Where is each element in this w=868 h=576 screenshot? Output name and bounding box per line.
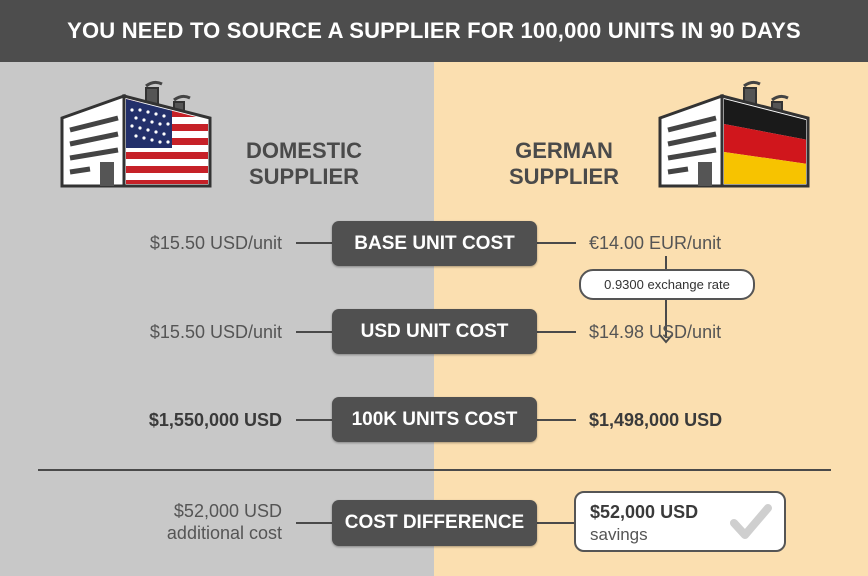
usd-unit-cost-label: USD UNIT COST — [332, 309, 537, 354]
divider — [38, 469, 831, 471]
german-flag-factory-icon — [658, 80, 810, 188]
german-title-line1: GERMAN — [515, 138, 613, 163]
german-title: GERMAN SUPPLIER — [488, 138, 640, 190]
infographic: YOU NEED TO SOURCE A SUPPLIER FOR 100,00… — [0, 0, 868, 576]
us-flag-factory-icon — [60, 80, 212, 188]
units-cost-label: 100K UNITS COST — [332, 397, 537, 442]
german-units-cost: $1,498,000 USD — [589, 410, 723, 430]
domestic-usd-unit-cost: $15.50 USD/unit — [149, 322, 282, 342]
german-title-line2: SUPPLIER — [508, 164, 620, 189]
page-title: YOU NEED TO SOURCE A SUPPLIER FOR 100,00… — [0, 0, 868, 62]
domestic-difference: $52,000 USD additional cost — [100, 500, 282, 544]
domestic-difference-label: additional cost — [166, 523, 282, 543]
domestic-title-line2: SUPPLIER — [248, 164, 360, 189]
checkmark-icon — [730, 504, 772, 539]
german-difference-label: savings — [590, 525, 648, 544]
base-unit-cost-label: BASE UNIT COST — [332, 221, 537, 266]
german-base-unit-cost: €14.00 EUR/unit — [589, 233, 722, 253]
domestic-units-cost: $1,550,000 USD — [148, 410, 282, 430]
german-difference-amount: $52,000 USD — [590, 502, 699, 522]
exchange-rate-badge: 0.9300 exchange rate — [579, 269, 755, 300]
german-usd-unit-cost: $14.98 USD/unit — [589, 322, 722, 342]
domestic-title: DOMESTIC SUPPLIER — [228, 138, 380, 190]
cost-difference-label: COST DIFFERENCE — [332, 500, 537, 546]
domestic-difference-amount: $52,000 USD — [173, 501, 282, 521]
savings-box: $52,000 USD savings — [574, 491, 786, 552]
domestic-title-line1: DOMESTIC — [245, 138, 363, 163]
domestic-base-unit-cost: $15.50 USD/unit — [149, 233, 282, 253]
